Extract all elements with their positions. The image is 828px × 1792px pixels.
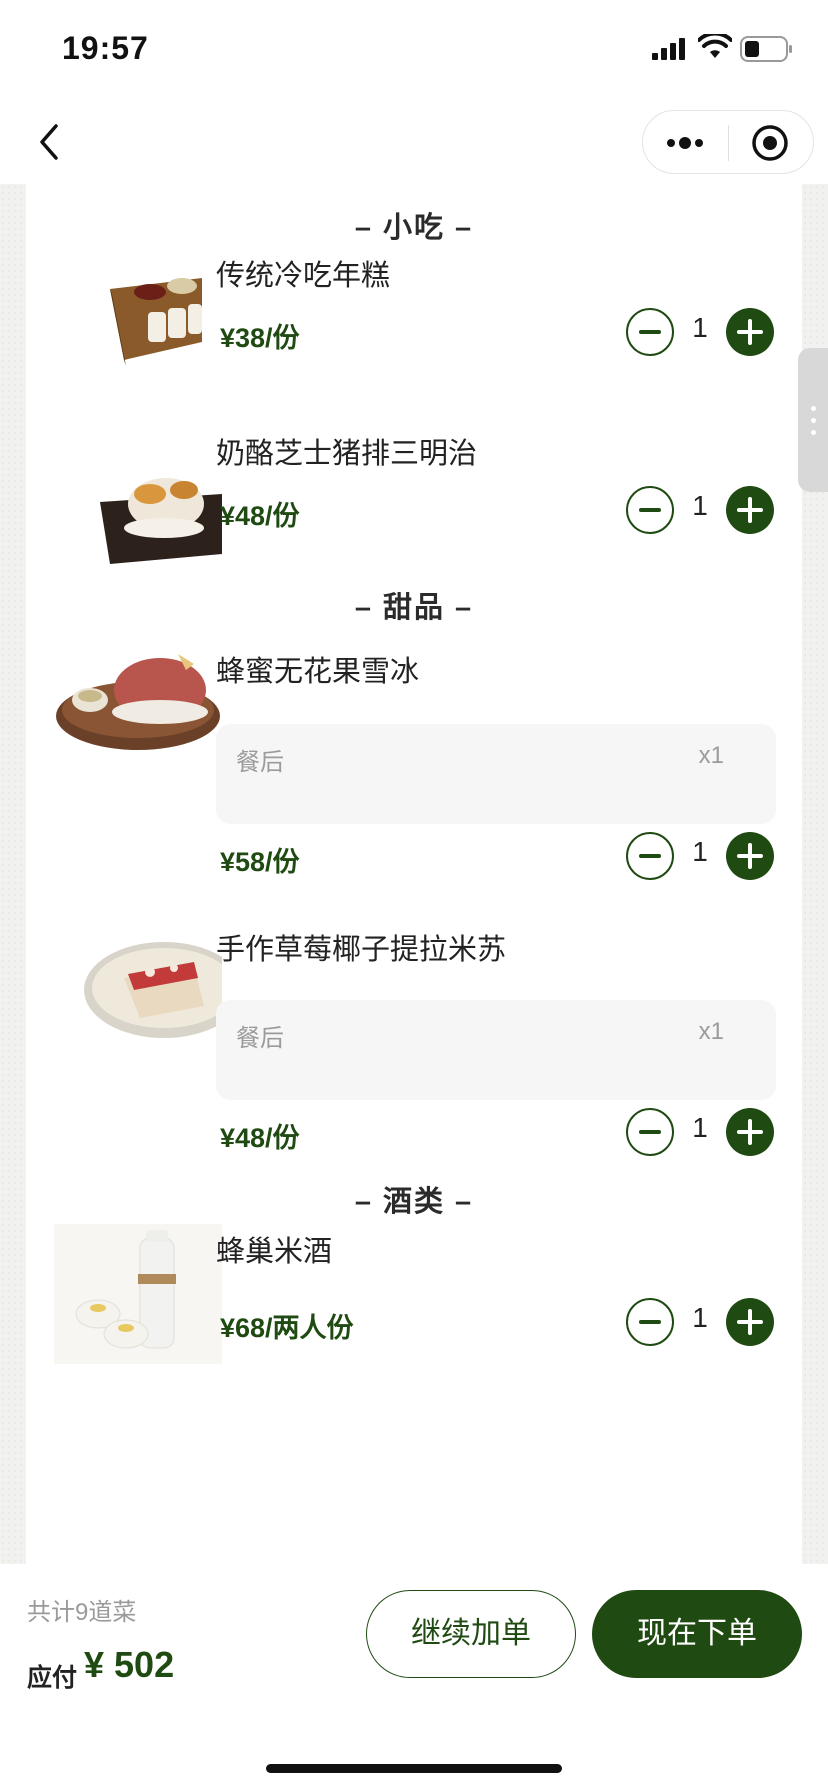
decrease-button[interactable] bbox=[626, 1108, 674, 1156]
dish-image-cheese-sandwich bbox=[100, 478, 222, 564]
dish-name: 奶酪芝士猪排三明治 bbox=[216, 438, 478, 470]
place-order-button[interactable]: 现在下单 bbox=[592, 1590, 802, 1678]
increase-button[interactable] bbox=[726, 486, 774, 534]
nav-bar bbox=[0, 100, 828, 184]
dish-note-field[interactable]: 餐后 x1 bbox=[216, 724, 776, 824]
more-dots-icon[interactable] bbox=[663, 125, 707, 161]
handle-dot bbox=[811, 418, 816, 423]
quantity-stepper: 1 bbox=[626, 1298, 786, 1348]
dish-name: 蜂巢米酒 bbox=[216, 1236, 333, 1268]
quantity-stepper: 1 bbox=[626, 486, 786, 536]
back-arrow-icon[interactable] bbox=[28, 120, 72, 164]
continue-ordering-button[interactable]: 继续加单 bbox=[366, 1590, 576, 1678]
increase-button[interactable] bbox=[726, 1108, 774, 1156]
dish-name: 蜂蜜无花果雪冰 bbox=[216, 656, 420, 688]
close-target-icon[interactable] bbox=[750, 123, 790, 163]
dish-name: 传统冷吃年糕 bbox=[216, 260, 391, 292]
total-dish-count: 共计9道菜 bbox=[27, 1599, 137, 1626]
section-title-snacks: – 小吃 – bbox=[354, 212, 474, 244]
decrease-button[interactable] bbox=[626, 308, 674, 356]
increase-button[interactable] bbox=[726, 1298, 774, 1346]
note-count: x1 bbox=[698, 742, 724, 769]
status-time: 19:57 bbox=[62, 30, 149, 66]
quantity-value: 1 bbox=[692, 490, 708, 521]
quantity-value: 1 bbox=[692, 312, 708, 343]
increase-button[interactable] bbox=[726, 308, 774, 356]
checkout-bar: 共计9道菜 应付 ¥ 502 继续加单 现在下单 bbox=[0, 1564, 828, 1792]
dish-price: ¥68/两人份 bbox=[220, 1313, 354, 1343]
decrease-button[interactable] bbox=[626, 832, 674, 880]
battery-icon bbox=[740, 36, 792, 62]
dish-name: 手作草莓椰子提拉米苏 bbox=[216, 934, 507, 966]
home-indicator bbox=[266, 1764, 562, 1773]
section-title-desserts: – 甜品 – bbox=[354, 592, 474, 624]
quantity-stepper: 1 bbox=[626, 308, 786, 358]
status-bar: 19:57 bbox=[0, 0, 828, 100]
section-title-liquor: – 酒类 – bbox=[354, 1186, 474, 1218]
dish-price: ¥38/份 bbox=[220, 323, 300, 353]
mini-program-capsule bbox=[642, 110, 814, 174]
dish-price: ¥48/份 bbox=[220, 501, 300, 531]
decrease-button[interactable] bbox=[626, 486, 674, 534]
dish-price: ¥58/份 bbox=[220, 847, 300, 877]
dish-image-rice-wine bbox=[54, 1224, 222, 1364]
quantity-value: 1 bbox=[692, 1112, 708, 1143]
dish-image-rice-cake bbox=[110, 278, 202, 366]
pay-amount: ¥ 502 bbox=[84, 1644, 175, 1685]
handle-dot bbox=[811, 430, 816, 435]
quantity-value: 1 bbox=[692, 1302, 708, 1333]
note-count: x1 bbox=[698, 1018, 724, 1045]
capsule-divider bbox=[728, 125, 729, 161]
note-text: 餐后 bbox=[236, 1025, 284, 1052]
quantity-stepper: 1 bbox=[626, 832, 786, 882]
textured-background-left bbox=[0, 184, 26, 1564]
note-text: 餐后 bbox=[236, 749, 284, 776]
pay-label: 应付 bbox=[27, 1664, 78, 1692]
order-list: – 小吃 – 传统冷吃年糕 ¥38/份 1 奶酪芝士猪排三明治 ¥48/份 1 … bbox=[26, 184, 802, 1564]
handle-dot bbox=[811, 406, 816, 411]
decrease-button[interactable] bbox=[626, 1298, 674, 1346]
quantity-value: 1 bbox=[692, 836, 708, 867]
increase-button[interactable] bbox=[726, 832, 774, 880]
side-drawer-handle[interactable] bbox=[798, 348, 828, 492]
dish-image-fig-snow-ice bbox=[56, 654, 220, 750]
wifi-icon bbox=[698, 34, 732, 58]
quantity-stepper: 1 bbox=[626, 1108, 786, 1158]
cellular-signal-icon bbox=[652, 38, 685, 60]
dish-price: ¥48/份 bbox=[220, 1123, 300, 1153]
dish-image-strawberry-tiramisu bbox=[84, 942, 222, 1038]
dish-note-field[interactable]: 餐后 x1 bbox=[216, 1000, 776, 1100]
